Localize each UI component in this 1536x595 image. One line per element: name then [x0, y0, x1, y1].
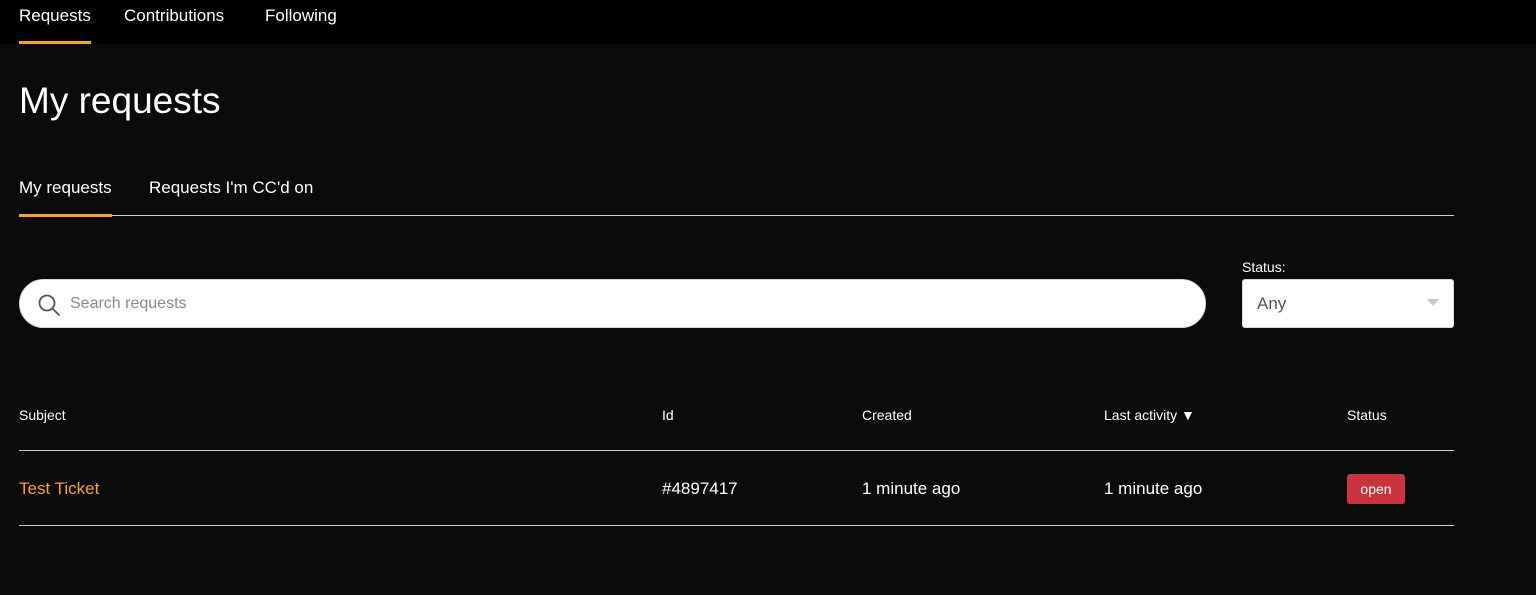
- nav-requests[interactable]: Requests: [19, 6, 91, 44]
- search-input[interactable]: [70, 280, 1190, 327]
- column-header-status: Status: [1347, 407, 1387, 423]
- cell-created: 1 minute ago: [862, 479, 961, 498]
- column-header-subject: Subject: [19, 407, 66, 423]
- cell-last-activity: 1 minute ago: [1104, 479, 1203, 498]
- status-filter-value: Any: [1257, 294, 1287, 313]
- search-box: [19, 279, 1206, 328]
- column-header-id: Id: [662, 407, 674, 423]
- nav-following[interactable]: Following: [265, 6, 337, 44]
- table-header: Subject Id Created Last activity ▼ Statu…: [19, 392, 1454, 451]
- status-badge: open: [1347, 474, 1405, 504]
- nav-contributions[interactable]: Contributions: [124, 6, 224, 44]
- cell-subject: Test Ticket: [19, 479, 99, 499]
- column-header-last-activity[interactable]: Last activity ▼: [1104, 407, 1195, 423]
- status-filter-select[interactable]: Any: [1242, 279, 1454, 328]
- top-navigation: Requests Contributions Following: [0, 0, 1536, 44]
- tab-ccd-requests[interactable]: Requests I'm CC'd on: [149, 178, 313, 216]
- page-title: My requests: [19, 80, 221, 121]
- table-row: Test Ticket #4897417 1 minute ago 1 minu…: [19, 452, 1454, 526]
- cell-id: #4897417: [662, 479, 738, 498]
- tab-my-requests[interactable]: My requests: [19, 178, 112, 217]
- column-header-created: Created: [862, 407, 912, 423]
- request-tabs: My requests Requests I'm CC'd on: [19, 172, 1454, 217]
- status-filter-label: Status:: [1242, 259, 1286, 275]
- search-icon: [37, 293, 61, 317]
- chevron-down-icon: [1427, 299, 1439, 306]
- ticket-subject-link[interactable]: Test Ticket: [19, 479, 99, 498]
